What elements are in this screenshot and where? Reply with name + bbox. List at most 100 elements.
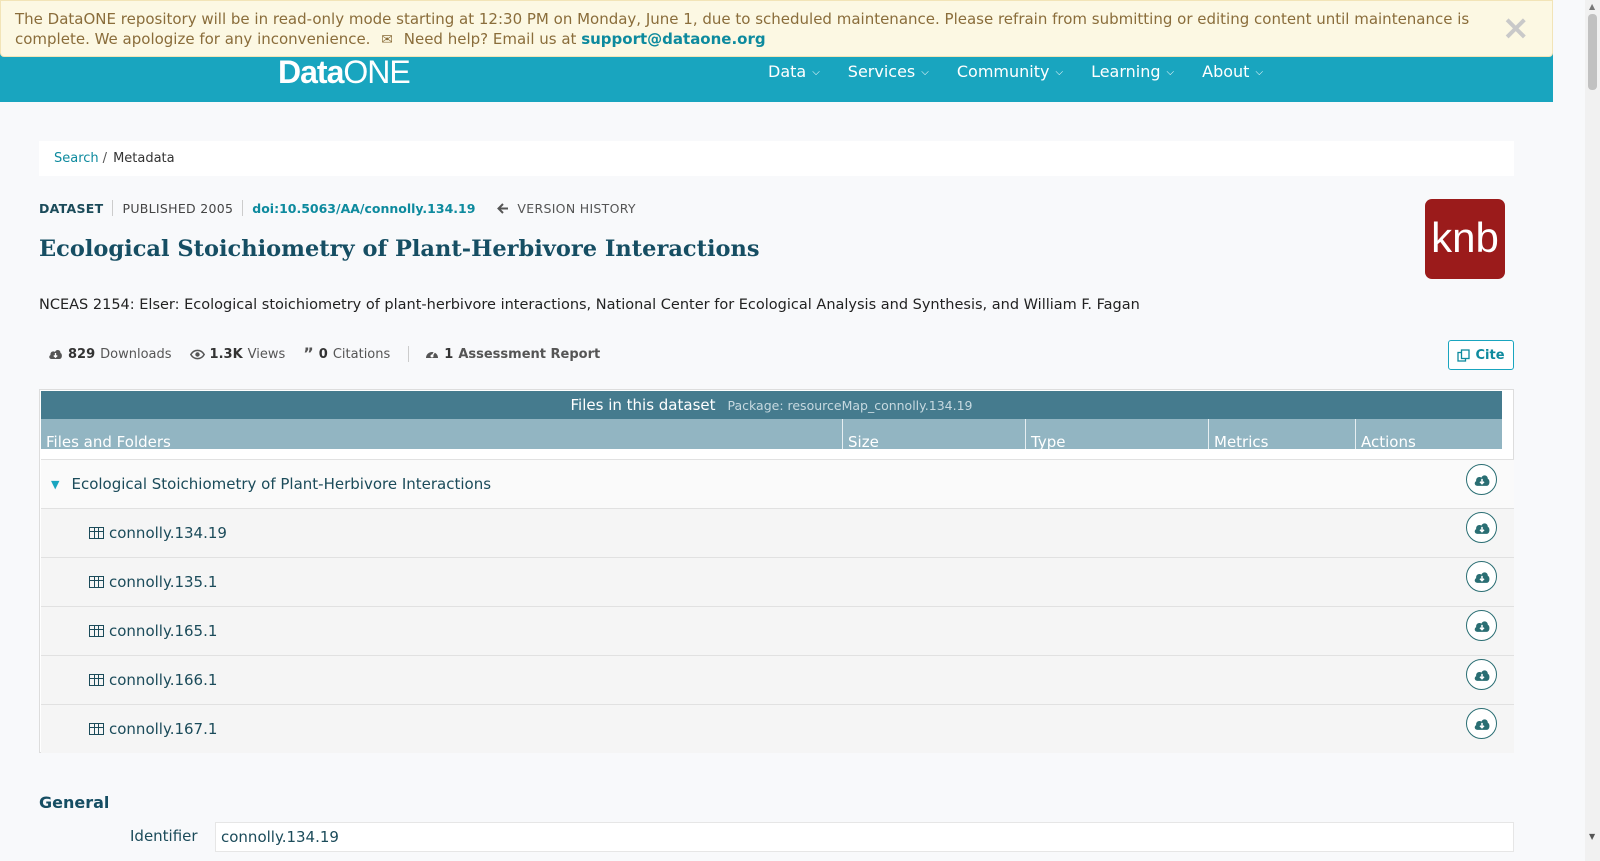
- caret-down-icon[interactable]: ▼: [51, 478, 59, 491]
- file-name[interactable]: connolly.167.1: [109, 720, 217, 738]
- published-year: PUBLISHED 2005: [122, 200, 234, 216]
- column-size[interactable]: Size: [843, 419, 1026, 450]
- download-file-button[interactable]: [1466, 708, 1497, 739]
- folder-name[interactable]: Ecological Stoichiometry of Plant-Herbiv…: [71, 475, 491, 493]
- citations-count: 0: [318, 346, 328, 362]
- views-label: Views: [247, 346, 286, 362]
- file-row[interactable]: connolly.165.1: [41, 606, 1514, 655]
- assessment-label: Assessment Report: [458, 346, 601, 362]
- chevron-down-icon: ⌵: [921, 67, 929, 78]
- identifier-value[interactable]: connolly.134.19: [215, 822, 1514, 852]
- folder-row[interactable]: ▼ Ecological Stoichiometry of Plant-Herb…: [41, 459, 1514, 508]
- envelope-icon: ✉: [381, 32, 393, 48]
- table-icon: [89, 674, 104, 686]
- doi-link[interactable]: doi:10.5063/AA/connolly.134.19: [252, 201, 475, 216]
- breadcrumb-current: Metadata: [113, 151, 175, 166]
- cloud-download-icon: [1474, 718, 1489, 730]
- package-id: Package: resourceMap_connolly.134.19: [727, 398, 973, 413]
- downloads-metric[interactable]: 829 Downloads: [48, 347, 172, 362]
- cloud-download-icon: [1474, 522, 1489, 534]
- dataset-title: Ecological Stoichiometry of Plant-Herbiv…: [39, 236, 760, 262]
- dataset-metrics: 829 Downloads 1.3K Views ” 0 Citations 1…: [48, 346, 618, 362]
- chevron-down-icon: ⌵: [1055, 67, 1064, 78]
- files-column-headers: Files and Folders Size Type Metrics Acti…: [41, 419, 1502, 451]
- download-folder-button[interactable]: [1466, 464, 1497, 495]
- alert-help-text: Need help? Email us at: [403, 30, 577, 48]
- metrics-divider: [408, 346, 410, 362]
- table-icon: [89, 625, 104, 637]
- nav-label: Services: [847, 62, 916, 81]
- version-history-link[interactable]: VERSION HISTORY: [497, 200, 636, 216]
- nav-label: Learning: [1091, 62, 1161, 81]
- meta-divider: [112, 200, 114, 216]
- views-count: 1.3K: [209, 346, 243, 362]
- cloud-download-icon: [1474, 669, 1489, 681]
- column-metrics[interactable]: Metrics: [1209, 419, 1356, 450]
- downloads-count: 829: [68, 346, 96, 362]
- table-icon: [89, 576, 104, 588]
- views-metric[interactable]: 1.3K Views: [189, 346, 286, 362]
- table-icon: [89, 723, 104, 735]
- file-name[interactable]: connolly.134.19: [109, 524, 227, 542]
- nav-learning[interactable]: Learning ⌵: [1091, 62, 1174, 81]
- download-file-button[interactable]: [1466, 659, 1497, 690]
- table-icon: [89, 527, 104, 539]
- file-row[interactable]: connolly.135.1: [41, 557, 1514, 606]
- dashboard-gauge-icon: [426, 351, 439, 358]
- nav-community[interactable]: Community ⌵: [957, 62, 1063, 81]
- download-file-button[interactable]: [1466, 512, 1497, 543]
- maintenance-alert: The DataONE repository will be in read-o…: [0, 0, 1553, 57]
- logo-text-one: ONE: [343, 54, 410, 90]
- page-scrollbar[interactable]: ▲ ▼: [1585, 0, 1600, 861]
- nav-label: Community: [956, 62, 1050, 81]
- meta-divider: [242, 200, 244, 216]
- file-name[interactable]: connolly.166.1: [109, 671, 217, 689]
- nav-services[interactable]: Services ⌵: [848, 62, 929, 81]
- nav-data[interactable]: Data ⌵: [768, 62, 820, 81]
- arrow-left-icon: [497, 202, 509, 214]
- scrollbar-thumb[interactable]: [1588, 14, 1597, 90]
- cloud-download-icon: [1474, 474, 1489, 486]
- citations-label: Citations: [332, 346, 391, 362]
- knb-repository-logo[interactable]: knb: [1425, 199, 1505, 279]
- download-file-button[interactable]: [1466, 610, 1497, 641]
- citations-metric[interactable]: ” 0 Citations: [303, 344, 391, 363]
- nav-about[interactable]: About ⌵: [1202, 62, 1263, 81]
- dataset-citation: NCEAS 2154: Elser: Ecological stoichiome…: [39, 297, 1140, 313]
- downloads-label: Downloads: [100, 346, 172, 362]
- file-name[interactable]: connolly.135.1: [109, 573, 217, 591]
- identifier-label: Identifier: [130, 827, 198, 845]
- breadcrumb: Search / Metadata: [39, 141, 1514, 176]
- copy-icon: [1457, 348, 1471, 362]
- file-name[interactable]: connolly.165.1: [109, 622, 217, 640]
- dataset-type-label: DATASET: [39, 200, 104, 216]
- files-table-title: Files in this dataset: [570, 396, 716, 414]
- column-actions: Actions: [1361, 433, 1416, 451]
- cite-button[interactable]: Cite: [1448, 340, 1514, 370]
- dataset-meta-row: DATASET PUBLISHED 2005 doi:10.5063/AA/co…: [39, 200, 636, 216]
- quote-icon: ”: [303, 344, 314, 363]
- files-table: Files in this dataset Package: resourceMa…: [39, 389, 1514, 753]
- column-type[interactable]: Type: [1026, 419, 1209, 450]
- breadcrumb-search-link[interactable]: Search: [54, 151, 99, 166]
- alert-close-button[interactable]: ×: [1502, 11, 1531, 45]
- dataone-logo[interactable]: DataONE: [278, 54, 411, 91]
- logo-text-data: Data: [278, 54, 344, 90]
- column-files-and-folders[interactable]: Files and Folders: [41, 419, 843, 450]
- nav-label: About: [1202, 62, 1250, 81]
- main-nav: Data ⌵ Services ⌵ Community ⌵ Learning ⌵ Abo…: [768, 62, 1263, 81]
- eye-icon: [189, 349, 205, 359]
- scroll-up-icon[interactable]: ▲: [1589, 2, 1595, 11]
- general-section-heading: General: [39, 793, 110, 812]
- file-row[interactable]: connolly.167.1: [41, 704, 1514, 753]
- file-row[interactable]: connolly.134.19: [41, 508, 1514, 557]
- download-file-button[interactable]: [1466, 561, 1497, 592]
- chevron-down-icon: ⌵: [812, 67, 820, 78]
- scroll-down-icon[interactable]: ▼: [1589, 832, 1595, 841]
- file-row[interactable]: connolly.166.1: [41, 655, 1514, 704]
- assessment-metric[interactable]: 1 Assessment Report: [425, 347, 600, 362]
- files-table-header: Files in this dataset Package: resourceMa…: [41, 391, 1502, 419]
- version-history-label: VERSION HISTORY: [517, 200, 636, 216]
- chevron-down-icon: ⌵: [1166, 67, 1175, 78]
- support-email-link[interactable]: support@dataone.org: [581, 30, 765, 48]
